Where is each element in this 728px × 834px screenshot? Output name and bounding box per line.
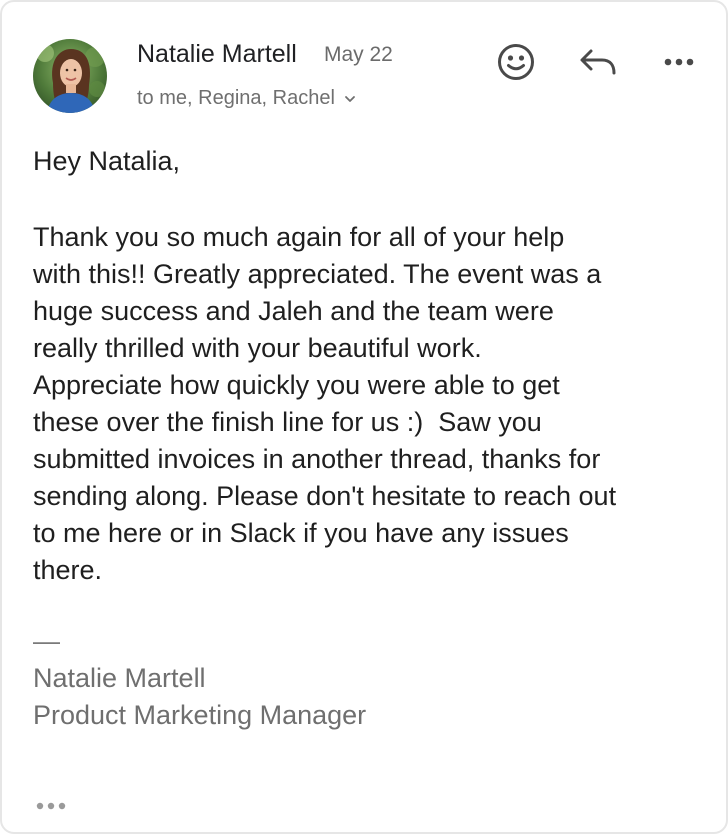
add-reaction-button[interactable] bbox=[496, 42, 536, 82]
recipients-label: to me, Regina, Rachel bbox=[137, 87, 335, 109]
body-line: with this!! Greatly appreciated. The eve… bbox=[33, 259, 602, 289]
chevron-down-icon bbox=[344, 95, 355, 102]
ellipsis-icon bbox=[36, 802, 66, 810]
recipients-toggle[interactable]: to me, Regina, Rachel bbox=[137, 87, 357, 110]
body-line: there. bbox=[33, 555, 103, 585]
more-horizontal-icon bbox=[664, 58, 694, 66]
reply-button[interactable] bbox=[578, 46, 618, 78]
signature-name: Natalie Martell bbox=[33, 663, 206, 693]
sender-name[interactable]: Natalie Martell bbox=[137, 40, 297, 69]
show-trimmed-content-button[interactable] bbox=[35, 799, 69, 811]
avatar-photo bbox=[33, 39, 107, 113]
reply-arrow-icon bbox=[580, 49, 616, 75]
signature-separator: — bbox=[33, 626, 60, 656]
email-message-card: Natalie Martell May 22 to me, Regina, Ra… bbox=[0, 0, 728, 834]
body-line: really thrilled with your beautiful work… bbox=[33, 333, 482, 363]
signature-title: Product Marketing Manager bbox=[33, 700, 367, 730]
body-line: Appreciate how quickly you were able to … bbox=[33, 370, 560, 400]
body-line: to me here or in Slack if you have any i… bbox=[33, 518, 569, 548]
email-body: Thank you so much again for all of your … bbox=[33, 219, 713, 589]
body-line: these over the finish line for us :) Saw… bbox=[33, 407, 542, 437]
smiley-face-icon bbox=[498, 44, 534, 80]
body-line: sending along. Please don't hesitate to … bbox=[33, 481, 617, 511]
email-greeting: Hey Natalia, bbox=[33, 146, 181, 176]
more-options-button[interactable] bbox=[661, 52, 697, 72]
body-line: huge success and Jaleh and the team were bbox=[33, 296, 554, 326]
body-line: submitted invoices in another thread, th… bbox=[33, 444, 601, 474]
body-line: Thank you so much again for all of your … bbox=[33, 222, 565, 252]
sender-avatar[interactable] bbox=[33, 39, 107, 113]
message-date: May 22 bbox=[324, 43, 393, 66]
